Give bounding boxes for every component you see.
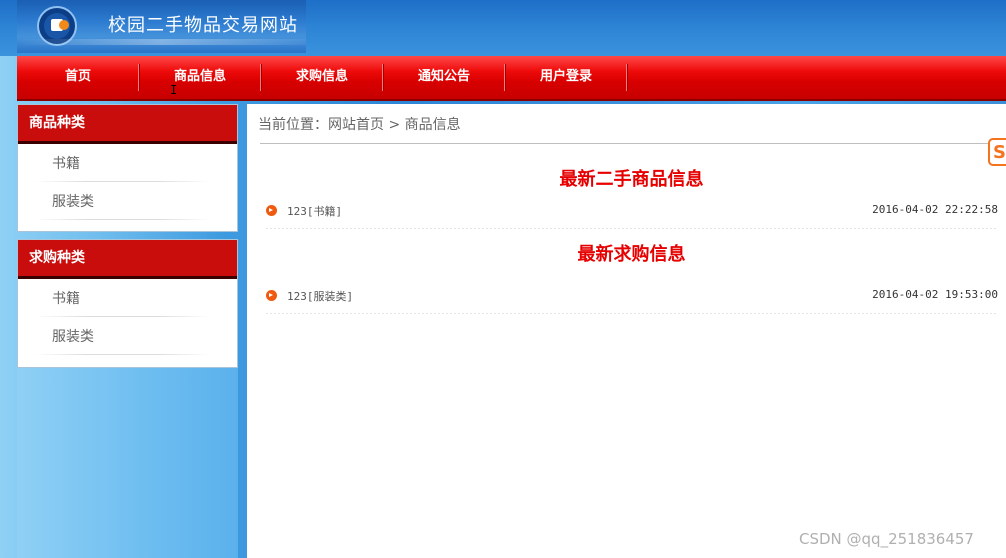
nav-item-notices[interactable]: 通知公告 [383,56,505,99]
sidebar-background [17,368,238,558]
latest-goods-title: 最新二手商品信息 [559,169,704,190]
list-item-time: 2016-04-02 19:53:00 [872,288,998,301]
main-nav: 首页 商品信息 求购信息 通知公告 用户登录 [17,56,1006,101]
logo-banner: 校园二手物品交易网站 [17,0,306,53]
sidebar-wanted-categories: 求购种类 书籍 服装类 [17,239,238,368]
sidebar-item-goods-clothing[interactable]: 服装类 [18,182,237,220]
arrow-bullet-icon [266,290,277,301]
sidebar-goods-categories: 商品种类 书籍 服装类 [17,104,238,232]
sidebar-item-goods-books[interactable]: 书籍 [18,144,237,182]
list-item: 123[书籍] 2016-04-02 22:22:58 [266,203,998,229]
nav-item-login[interactable]: 用户登录 [505,56,627,99]
arrow-bullet-icon [266,205,277,216]
divider [266,228,998,229]
sidebar-item-wanted-books[interactable]: 书籍 [18,279,237,317]
corner-badge[interactable]: S [988,138,1006,166]
list-item-link[interactable]: 123[服装类] [287,288,353,304]
watermark: CSDN @qq_251836457 [799,530,974,548]
divider [266,313,998,314]
text-cursor-icon: I [170,83,178,97]
nav-divider [626,64,628,91]
list-item: 123[服装类] 2016-04-02 19:53:00 [266,288,998,314]
divider [260,143,1006,144]
sidebar-goods-title: 商品种类 [18,105,237,144]
latest-wanted-title: 最新求购信息 [577,244,686,265]
nav-item-home[interactable]: 首页 [17,56,139,99]
logo-icon [37,6,77,46]
sidebar-wanted-title: 求购种类 [18,240,237,279]
nav-item-wanted[interactable]: 求购信息 [261,56,383,99]
sidebar-item-wanted-clothing[interactable]: 服装类 [18,317,237,355]
list-item-time: 2016-04-02 22:22:58 [872,203,998,216]
breadcrumb: 当前位置：网站首页 > 商品信息 [258,117,461,133]
nav-item-goods[interactable]: 商品信息 [139,56,261,99]
site-header: 校园二手物品交易网站 [0,0,1006,56]
main-content: 当前位置：网站首页 > 商品信息 最新二手商品信息 123[书籍] 2016-0… [247,104,1006,558]
site-title: 校园二手物品交易网站 [108,15,298,36]
list-item-link[interactable]: 123[书籍] [287,203,342,219]
